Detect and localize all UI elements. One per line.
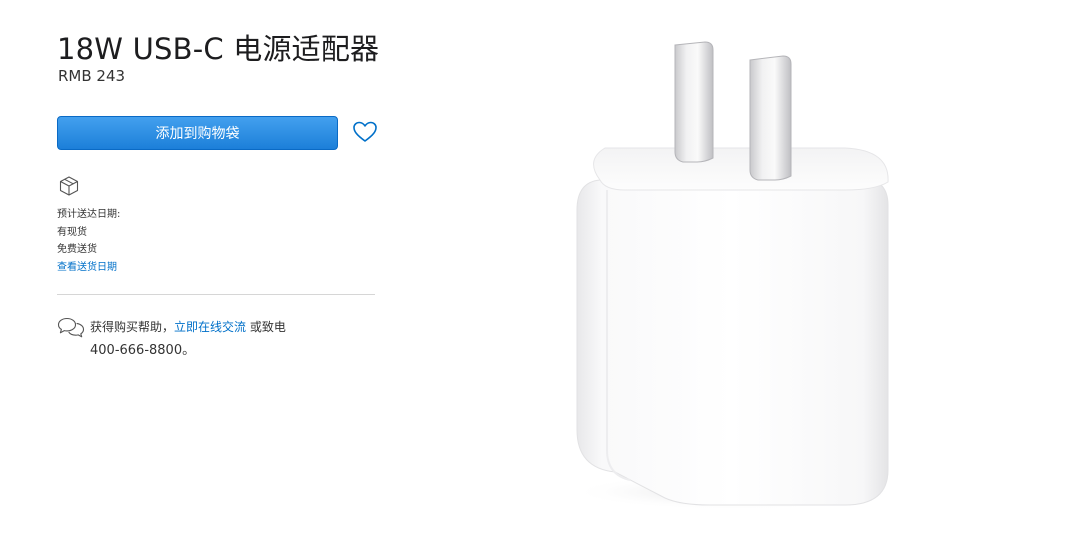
heart-icon[interactable] <box>352 120 378 144</box>
product-page: 18W USB-C 电源适配器 RMB 243 添加到购物袋 预计送达日期: 有… <box>0 0 1080 534</box>
product-title: 18W USB-C 电源适配器 <box>57 32 380 66</box>
help-prefix: 获得购买帮助， <box>90 320 175 334</box>
product-price: RMB 243 <box>58 67 126 85</box>
divider <box>57 294 375 295</box>
help-text: 获得购买帮助，立即在线交流 或致电 <box>90 318 286 335</box>
chat-bubbles-icon <box>57 317 85 338</box>
delivery-date-link[interactable]: 查看送货日期 <box>57 259 120 277</box>
delivery-label: 预计送达日期: <box>57 209 121 220</box>
help-phone: 400-666-8800。 <box>90 343 196 358</box>
box-icon <box>59 176 79 196</box>
stock-status: 有现货 <box>57 226 87 238</box>
delivery-info: 预计送达日期: 有现货 免费送货 查看送货日期 <box>57 206 120 276</box>
product-image <box>570 41 900 510</box>
live-chat-link[interactable]: 立即在线交流 <box>174 320 246 334</box>
help-suffix: 或致电 <box>246 320 286 334</box>
add-to-bag-button[interactable]: 添加到购物袋 <box>57 116 338 150</box>
shipping-status: 免费送货 <box>57 244 97 255</box>
